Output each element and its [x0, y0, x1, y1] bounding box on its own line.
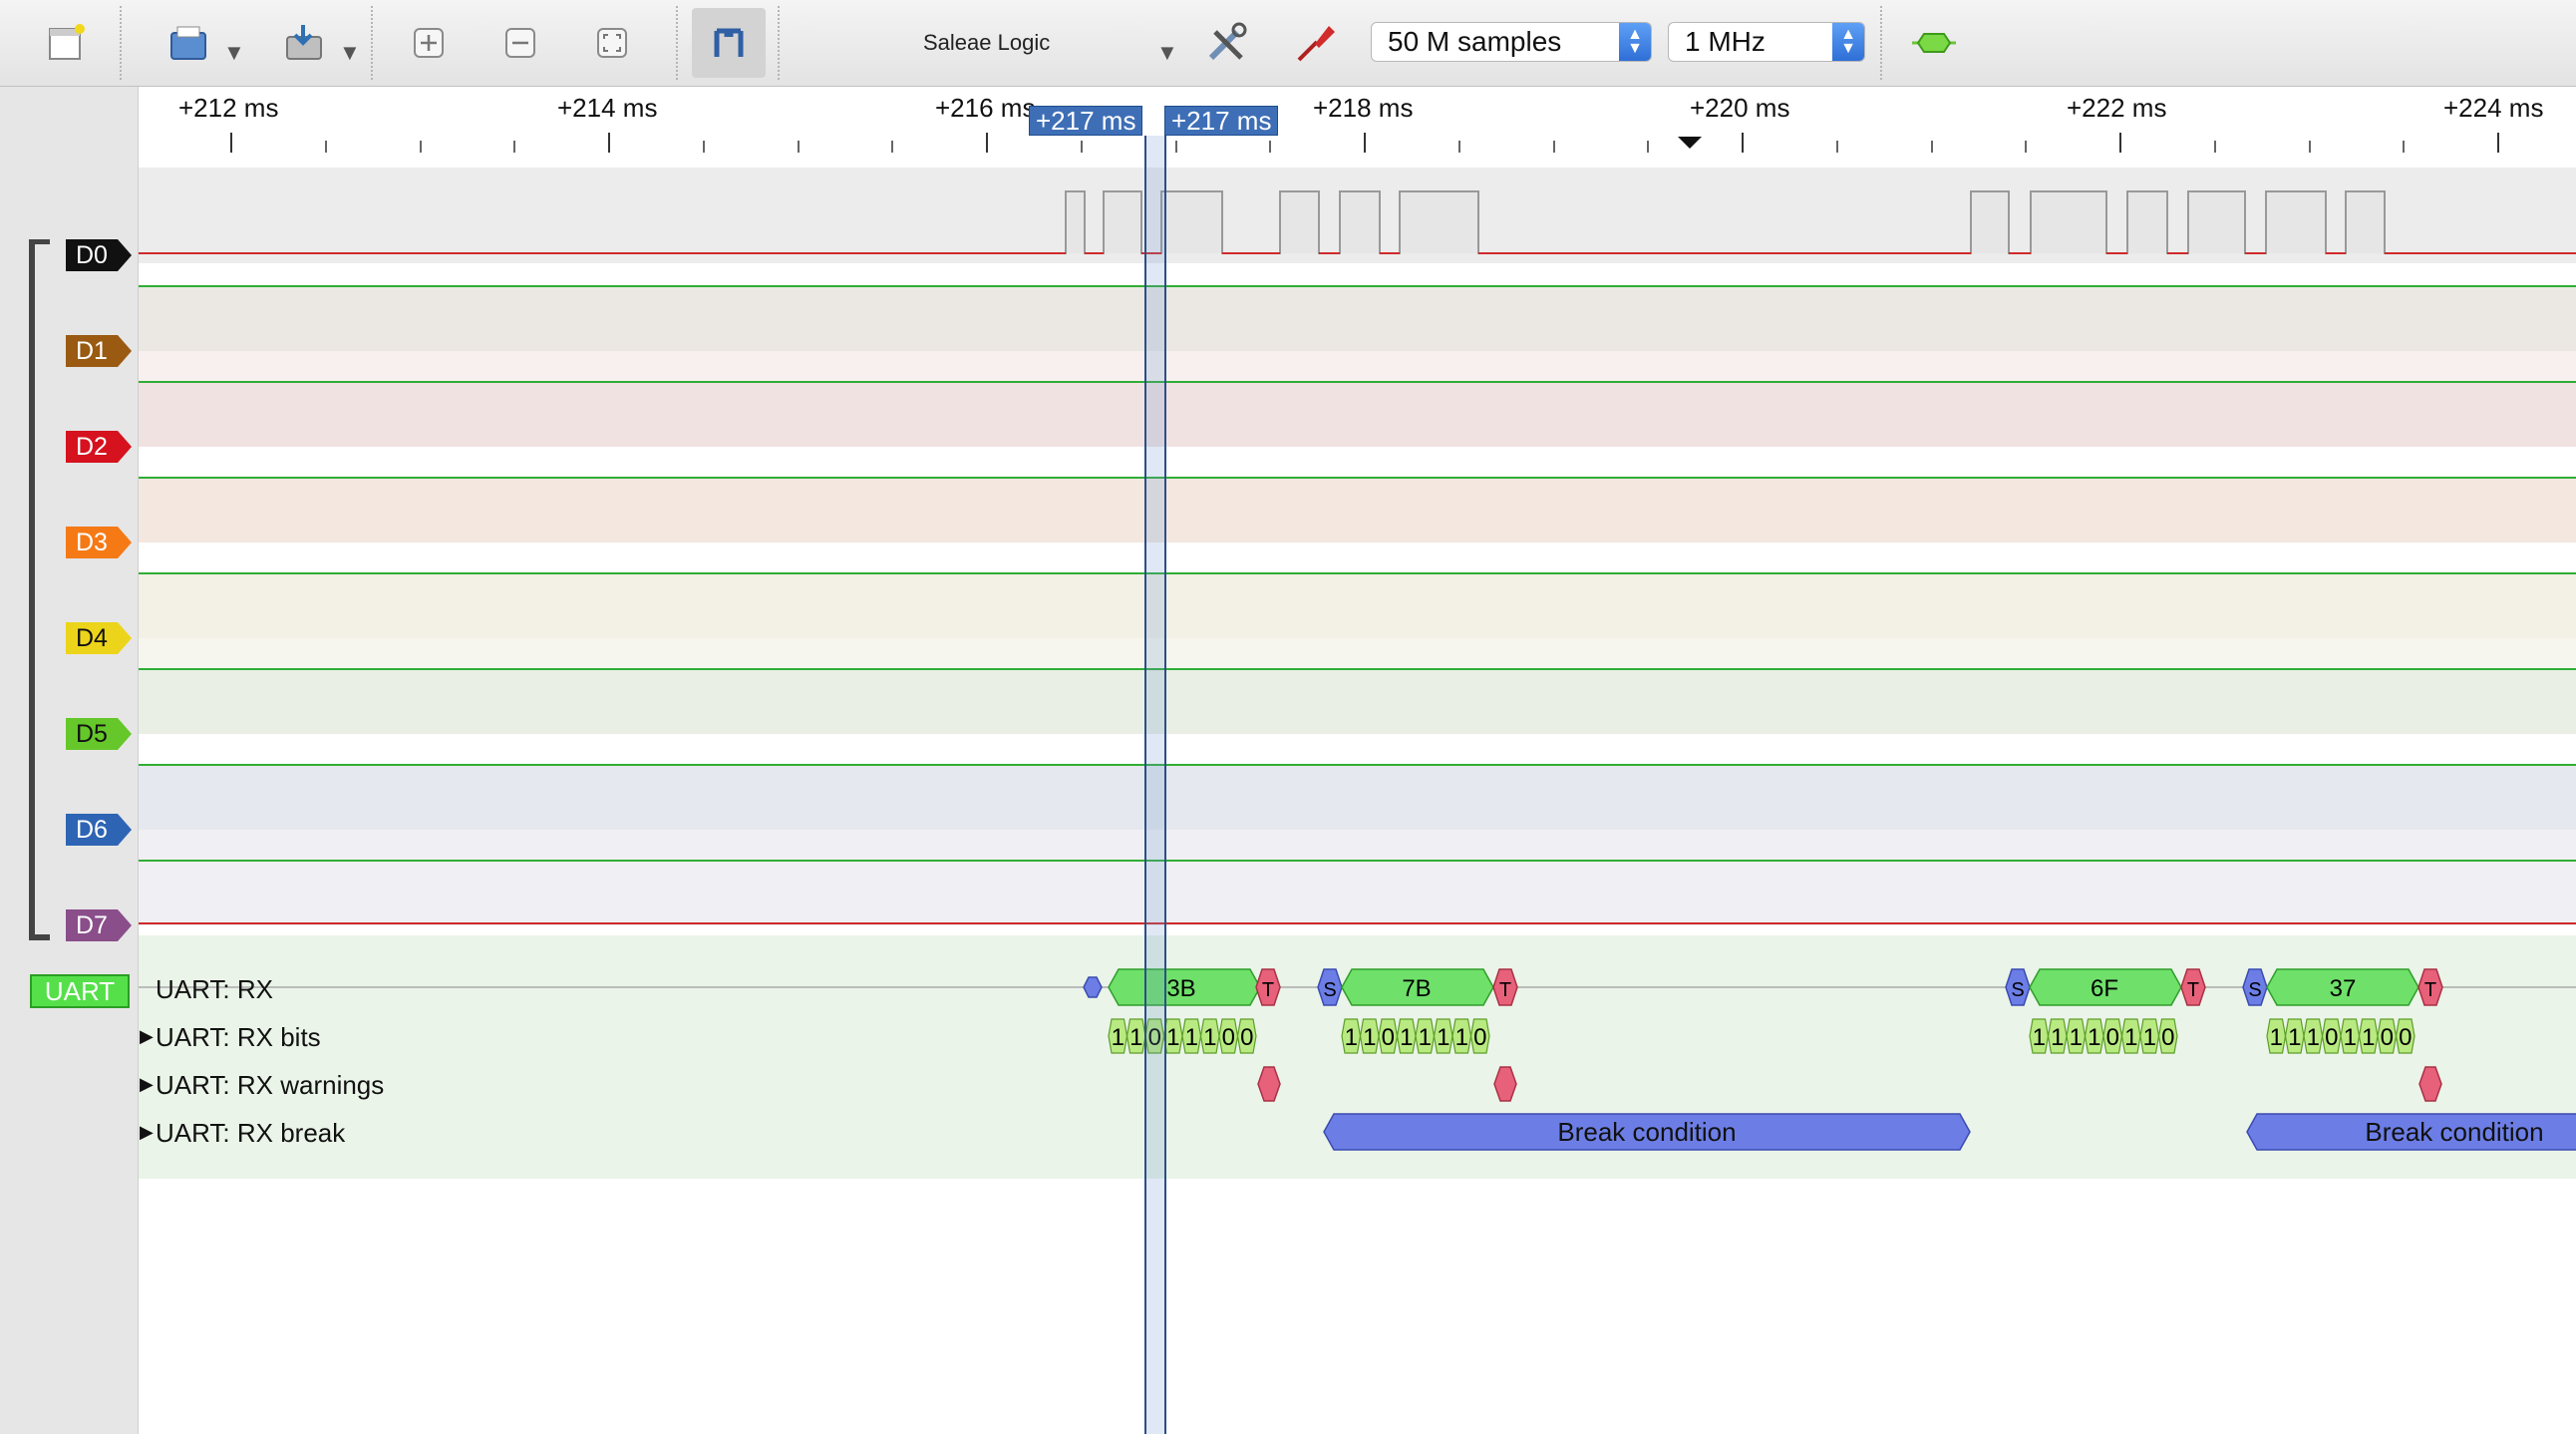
waveform-area — [139, 190, 2576, 988]
time-ruler: +212 ms +214 ms +216 ms +218 ms +220 ms … — [139, 87, 2576, 153]
channel-tag-d1[interactable]: D1 — [66, 335, 132, 367]
channel-tag-label: D5 — [76, 719, 108, 748]
cursor-left-label[interactable]: +217 ms — [1029, 106, 1143, 136]
timing-markers-icon[interactable] — [692, 8, 766, 78]
toolbar-separator — [676, 6, 678, 80]
channel-tag-d5[interactable]: D5 — [66, 718, 132, 750]
zoom-out-icon[interactable] — [488, 8, 552, 78]
channel-tag-label: D1 — [76, 336, 108, 365]
channel-tag-label: D2 — [76, 432, 108, 461]
sample-rate-select-value: 1 MHz — [1685, 26, 1766, 57]
device-dropdown-caret-icon[interactable]: ▼ — [1156, 40, 1178, 66]
ruler-tick-label: +216 ms — [935, 93, 1036, 123]
sample-rate-select[interactable]: 1 MHz ▲ ▼ — [1668, 22, 1865, 62]
channel-tag-d4[interactable]: D4 — [66, 622, 132, 654]
channel-sidebar — [0, 87, 139, 1434]
channel-tag-d6[interactable]: D6 — [66, 814, 132, 846]
ruler-tick-label: +220 ms — [1690, 93, 1790, 123]
settings-tools-icon[interactable] — [1194, 8, 1258, 78]
channel-tag-label: D0 — [76, 240, 108, 269]
start-capture-icon[interactable] — [1902, 8, 1966, 78]
analyzer-row-label[interactable]: UART: RX warnings — [156, 1070, 384, 1101]
expand-triangle-icon[interactable]: ▶ — [140, 1122, 154, 1143]
channel-tag-label: D3 — [76, 528, 108, 556]
samples-stepper-icon[interactable]: ▲ ▼ — [1619, 23, 1651, 61]
probe-icon[interactable] — [1284, 8, 1348, 78]
ruler-tick-label: +214 ms — [557, 93, 658, 123]
cursor-right-label[interactable]: +217 ms — [1164, 106, 1279, 136]
ruler-tick-label: +222 ms — [2067, 93, 2167, 123]
expand-triangle-icon[interactable]: ▶ — [140, 1026, 154, 1047]
expand-triangle-icon[interactable]: ▶ — [140, 1074, 154, 1095]
zoom-in-icon[interactable] — [397, 8, 461, 78]
channel-tag-label: D7 — [76, 910, 108, 939]
channel-tag-label: D4 — [76, 623, 108, 652]
save-file-icon[interactable] — [273, 8, 337, 78]
samples-select[interactable]: 50 M samples ▲ ▼ — [1371, 22, 1652, 62]
channel-tag-d2[interactable]: D2 — [66, 431, 132, 463]
toolbar-separator — [778, 6, 780, 80]
ruler-tick-label: +218 ms — [1313, 93, 1414, 123]
save-dropdown-caret-icon[interactable]: ▼ — [339, 40, 361, 66]
analyzer-row-label: UART: RX — [156, 974, 273, 1004]
zoom-fit-icon[interactable] — [580, 8, 644, 78]
toolbar-separator — [1880, 6, 1882, 80]
channel-tag-d3[interactable]: D3 — [66, 527, 132, 558]
analyzer-row-label[interactable]: UART: RX bits — [156, 1022, 321, 1053]
analyzer-row-label[interactable]: UART: RX break — [156, 1118, 345, 1149]
toolbar-separator — [120, 6, 122, 80]
channel-tag-label: D6 — [76, 815, 108, 844]
ruler-ticks — [230, 133, 2499, 153]
channel-tag-d0[interactable]: D0 — [66, 239, 132, 271]
samples-select-value: 50 M samples — [1388, 26, 1562, 57]
open-file-icon[interactable] — [158, 8, 221, 78]
open-dropdown-caret-icon[interactable]: ▼ — [223, 40, 245, 66]
analyzer-tag-uart[interactable]: UART — [30, 974, 130, 1008]
ruler-tick-label: +224 ms — [2443, 93, 2544, 123]
cursor-pair[interactable] — [1144, 136, 1166, 1434]
channel-group-bracket — [29, 239, 50, 940]
channel-tag-d7[interactable]: D7 — [66, 909, 132, 941]
sample-rate-stepper-icon[interactable]: ▲ ▼ — [1832, 23, 1864, 61]
toolbar-separator — [371, 6, 373, 80]
toolbar: ▼ ▼ Saleae Logic ▼ 50 M samples ▲ ▼ 1 MHz… — [0, 0, 2576, 87]
new-session-icon[interactable] — [34, 8, 98, 78]
ruler-tick-label: +212 ms — [178, 93, 279, 123]
device-name: Saleae Logic — [923, 30, 1051, 55]
